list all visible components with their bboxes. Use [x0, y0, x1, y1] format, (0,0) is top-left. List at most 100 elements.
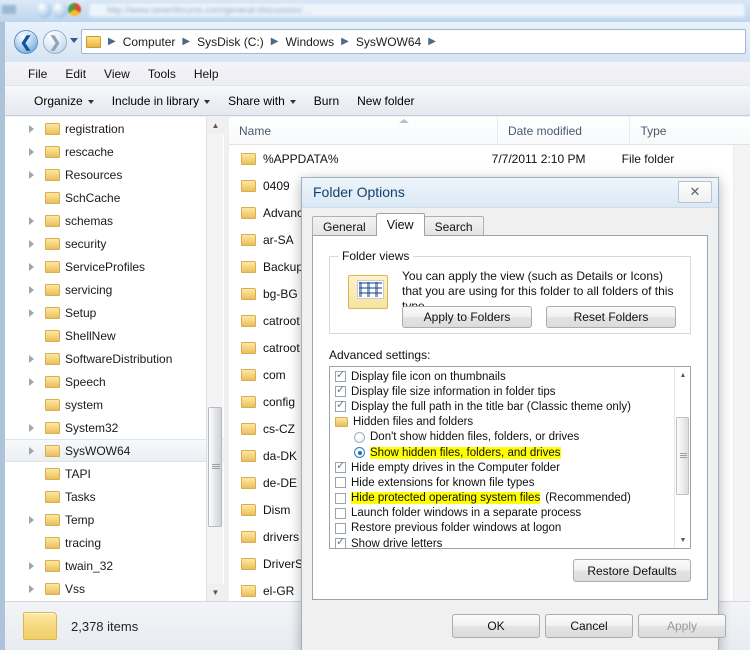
- scroll-down-icon[interactable]: ▼: [675, 532, 690, 548]
- browser-forward-icon[interactable]: [52, 2, 68, 18]
- expand-triangle-icon[interactable]: [29, 354, 34, 363]
- checkbox-icon[interactable]: [335, 398, 346, 413]
- tree-item-registration[interactable]: registration: [5, 117, 227, 140]
- breadcrumb-item-windows[interactable]: Windows: [283, 35, 336, 49]
- browser-address-input[interactable]: http://www.sevenforums.com/general-discu…: [88, 2, 746, 18]
- tree-item-rescache[interactable]: rescache: [5, 140, 227, 163]
- close-icon[interactable]: ✕: [678, 181, 712, 203]
- tree-item-schcache[interactable]: SchCache: [5, 186, 227, 209]
- checkbox-icon[interactable]: [335, 492, 346, 504]
- column-header-name[interactable]: Name: [229, 116, 498, 145]
- radio-icon[interactable]: [354, 431, 365, 443]
- forward-button[interactable]: ❯: [43, 30, 67, 54]
- file-list-scrollbar[interactable]: [733, 145, 750, 601]
- tree-item-twain_32[interactable]: twain_32: [5, 554, 227, 577]
- file-row[interactable]: %APPDATA% 7/7/2011 2:10 PM File folder: [229, 145, 733, 172]
- tree-item-serviceprofiles[interactable]: ServiceProfiles: [5, 255, 227, 278]
- browser-back-icon[interactable]: [36, 2, 52, 18]
- tree-item-tasks[interactable]: Tasks: [5, 485, 227, 508]
- menu-file[interactable]: File: [19, 65, 56, 83]
- advanced-setting-row[interactable]: Restore previous folder windows at logon: [330, 521, 674, 536]
- apply-to-folders-button[interactable]: Apply to Folders: [402, 306, 532, 328]
- breadcrumb-item-computer[interactable]: Computer: [121, 35, 178, 49]
- expand-triangle-icon[interactable]: [29, 423, 34, 432]
- toolbar-include-in-library[interactable]: Include in library: [103, 91, 219, 111]
- restore-defaults-button[interactable]: Restore Defaults: [573, 559, 691, 582]
- breadcrumb-item-sysdisk[interactable]: SysDisk (C:): [195, 35, 266, 49]
- advanced-scrollbar-thumb[interactable]: [676, 417, 689, 495]
- advanced-setting-row[interactable]: Launch folder windows in a separate proc…: [330, 506, 674, 521]
- tree-item-servicing[interactable]: servicing: [5, 278, 227, 301]
- checkbox-icon[interactable]: [335, 459, 346, 474]
- expand-triangle-icon[interactable]: [29, 377, 34, 386]
- scroll-up-icon[interactable]: ▲: [207, 117, 224, 134]
- advanced-setting-row[interactable]: Don't show hidden files, folders, or dri…: [330, 430, 674, 445]
- toolbar-organize[interactable]: Organize: [25, 91, 103, 111]
- scroll-up-icon[interactable]: ▲: [675, 367, 690, 383]
- expand-triangle-icon[interactable]: [29, 147, 34, 156]
- advanced-setting-row[interactable]: Hide extensions for known file types: [330, 475, 674, 490]
- tab-general[interactable]: General: [312, 216, 377, 236]
- menu-tools[interactable]: Tools: [139, 65, 185, 83]
- toolbar-share-with[interactable]: Share with: [219, 91, 305, 111]
- scroll-down-icon[interactable]: ▼: [207, 584, 224, 601]
- advanced-setting-row[interactable]: Show drive letters: [330, 535, 674, 548]
- advanced-setting-row[interactable]: Hide protected operating system files (R…: [330, 491, 674, 506]
- column-header-date-modified[interactable]: Date modified: [498, 116, 631, 145]
- cancel-button[interactable]: Cancel: [545, 614, 633, 638]
- tree-item-setup[interactable]: Setup: [5, 301, 227, 324]
- tree-item-speech[interactable]: Speech: [5, 370, 227, 393]
- expand-triangle-icon[interactable]: [29, 239, 34, 248]
- checkbox-icon[interactable]: [335, 535, 346, 548]
- chevron-down-icon[interactable]: [70, 38, 78, 43]
- advanced-setting-row[interactable]: Display file size information in folder …: [330, 383, 674, 399]
- tree-item-system32[interactable]: System32: [5, 416, 227, 439]
- dialog-title-bar[interactable]: Folder Options ✕: [302, 178, 718, 208]
- expand-triangle-icon[interactable]: [29, 446, 34, 455]
- back-button[interactable]: ❮: [14, 30, 38, 54]
- tab-search[interactable]: Search: [423, 216, 484, 236]
- tree-item-vss[interactable]: Vss: [5, 577, 227, 600]
- column-header-type[interactable]: Type: [630, 117, 750, 145]
- tree-item-softwaredistribution[interactable]: SoftwareDistribution: [5, 347, 227, 370]
- checkbox-icon[interactable]: [335, 368, 346, 383]
- nav-scrollbar-thumb[interactable]: [208, 407, 222, 527]
- ok-button[interactable]: OK: [452, 614, 540, 638]
- advanced-settings-scrollbar[interactable]: ▲ ▼: [674, 367, 690, 548]
- expand-triangle-icon[interactable]: [29, 308, 34, 317]
- advanced-setting-row[interactable]: Display the full path in the title bar (…: [330, 398, 674, 414]
- expand-triangle-icon[interactable]: [29, 584, 34, 593]
- expand-triangle-icon[interactable]: [29, 216, 34, 225]
- advanced-setting-row[interactable]: Hide empty drives in the Computer folder: [330, 459, 674, 475]
- expand-triangle-icon[interactable]: [29, 262, 34, 271]
- advanced-setting-row[interactable]: Show hidden files, folders, and drives: [330, 445, 674, 460]
- menu-help[interactable]: Help: [185, 65, 228, 83]
- checkbox-icon[interactable]: [335, 477, 346, 489]
- breadcrumb[interactable]: ▶ Computer ▶ SysDisk (C:) ▶ Windows ▶ Sy…: [81, 29, 746, 54]
- checkbox-icon[interactable]: [335, 383, 346, 398]
- tree-item-temp[interactable]: Temp: [5, 508, 227, 531]
- tree-item-resources[interactable]: Resources: [5, 163, 227, 186]
- expand-triangle-icon[interactable]: [29, 285, 34, 294]
- tree-item-tracing[interactable]: tracing: [5, 531, 227, 554]
- tree-item-schemas[interactable]: schemas: [5, 209, 227, 232]
- expand-triangle-icon[interactable]: [29, 170, 34, 179]
- breadcrumb-item-syswow64[interactable]: SysWOW64: [354, 35, 423, 49]
- nav-pane-scrollbar[interactable]: ▲ ▼: [206, 117, 224, 601]
- expand-triangle-icon[interactable]: [29, 124, 34, 133]
- toolbar-new-folder[interactable]: New folder: [348, 91, 423, 111]
- tree-item-system[interactable]: system: [5, 393, 227, 416]
- menu-edit[interactable]: Edit: [56, 65, 95, 83]
- advanced-settings-list[interactable]: Display file icon on thumbnails Display f…: [329, 366, 691, 549]
- advanced-setting-row[interactable]: Hidden files and folders: [330, 415, 674, 430]
- checkbox-icon[interactable]: [335, 522, 346, 534]
- menu-view[interactable]: View: [95, 65, 139, 83]
- tree-item-tapi[interactable]: TAPI: [5, 462, 227, 485]
- tab-view[interactable]: View: [375, 213, 425, 236]
- toolbar-burn[interactable]: Burn: [305, 91, 348, 111]
- checkbox-icon[interactable]: [335, 507, 346, 519]
- advanced-setting-row[interactable]: Display file icon on thumbnails: [330, 368, 674, 384]
- expand-triangle-icon[interactable]: [29, 561, 34, 570]
- tree-item-syswow64[interactable]: SysWOW64: [5, 439, 227, 462]
- radio-icon[interactable]: [354, 447, 365, 459]
